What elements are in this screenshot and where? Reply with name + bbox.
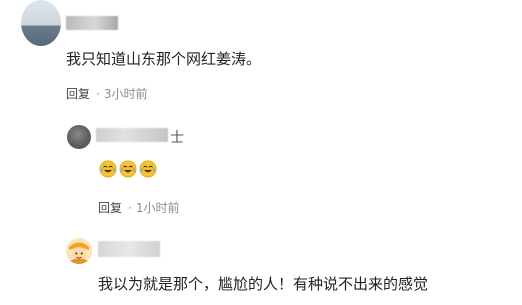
- crying-laugh-emoji: [119, 160, 137, 178]
- username-redacted[interactable]: [98, 241, 160, 257]
- username-redacted[interactable]: [96, 128, 168, 142]
- username-redacted[interactable]: [66, 16, 118, 30]
- avatar[interactable]: [66, 238, 92, 264]
- crying-laugh-emoji: [139, 160, 157, 178]
- reply-button[interactable]: 回复: [98, 199, 122, 216]
- avatar[interactable]: [21, 0, 61, 46]
- reply-button[interactable]: 回复: [66, 85, 90, 102]
- timestamp: 1小时前: [135, 201, 180, 215]
- comment-text: 我以为就是那个，尴尬的人！有种说不出来的感觉: [98, 275, 429, 293]
- comment-text: 我只知道山东那个网红姜涛。: [66, 50, 262, 68]
- cartoon-avatar-icon: [66, 238, 92, 264]
- separator-dot: ·: [96, 86, 100, 101]
- emoji-row: [99, 160, 157, 178]
- separator-dot: ·: [128, 200, 132, 215]
- username-suffix[interactable]: 士: [170, 127, 184, 147]
- avatar[interactable]: [67, 125, 91, 149]
- crying-laugh-emoji: [99, 160, 117, 178]
- timestamp: 3小时前: [103, 87, 148, 101]
- comment-meta: 回复 · 3小时前: [66, 85, 147, 102]
- comment-meta: 回复 · 1小时前: [98, 199, 179, 216]
